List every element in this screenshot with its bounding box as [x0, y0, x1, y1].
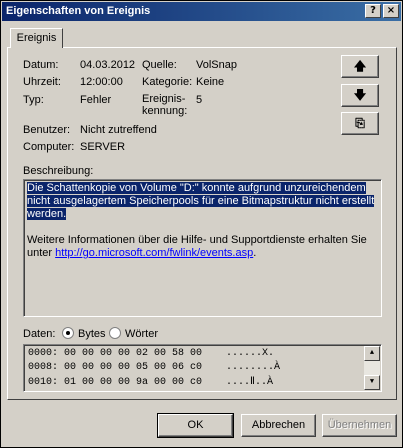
data-scrollbar[interactable]: ▲ ▼ [364, 346, 380, 390]
hex-row: 0000: 00 00 00 00 02 00 58 00 ......X. [28, 348, 275, 359]
previous-event-button[interactable]: 🡅 [341, 55, 379, 78]
copy-button[interactable]: ⎘ [341, 112, 379, 135]
user-value: Nicht zutreffend [80, 124, 157, 136]
category-value: Keine [196, 76, 225, 88]
tab-ereignis[interactable]: Ereignis [10, 28, 63, 48]
radio-words[interactable] [109, 327, 121, 339]
arrow-up-icon: 🡅 [353, 59, 367, 73]
events-link[interactable]: http://go.microsoft.com/fwlink/events.as… [55, 247, 253, 259]
scroll-up-button[interactable]: ▲ [364, 346, 380, 361]
window-title: Eigenschaften von Ereignis [6, 5, 151, 17]
computer-value: SERVER [80, 141, 126, 153]
source-label: Quelle: [142, 59, 177, 71]
apply-button[interactable]: Übernehmen [322, 414, 397, 437]
description-label: Beschreibung: [23, 165, 94, 177]
description-selected-line-2: nicht ausgelagertem Speicherpools für ei… [27, 195, 375, 207]
description-textbox[interactable]: Die Schattenkopie von Volume "D:" konnte… [23, 179, 382, 317]
hex-row: 0010: 01 00 00 00 9a 00 00 c0 ....Ⅱ..À [28, 377, 273, 388]
title-bar[interactable]: Eigenschaften von Ereignis ? × [2, 2, 401, 21]
time-label: Uhrzeit: [23, 76, 61, 88]
data-hex-view[interactable]: 0000: 00 00 00 00 02 00 58 00 ......X. 0… [23, 344, 382, 392]
date-label: Datum: [23, 59, 59, 71]
hex-row: 0008: 00 00 00 00 05 00 06 c0 ........À [28, 362, 281, 373]
user-label: Benutzer: [23, 124, 71, 136]
computer-label: Computer: [23, 141, 75, 153]
help-button[interactable]: ? [365, 4, 381, 18]
type-value: Fehler [80, 94, 112, 106]
source-value: VolSnap [196, 59, 237, 71]
arrow-down-icon: 🡇 [353, 88, 367, 102]
radio-words-label[interactable]: Wörter [125, 328, 158, 340]
eventid-label-line1: Ereignis- [142, 93, 186, 105]
radio-bytes[interactable] [62, 327, 74, 339]
next-event-button[interactable]: 🡇 [341, 84, 379, 107]
description-selected-line-3: werden. [27, 208, 67, 220]
scroll-down-button[interactable]: ▼ [364, 375, 380, 390]
type-label: Typ: [23, 94, 44, 106]
close-button[interactable]: × [383, 4, 399, 18]
description-info-prefix: unter [27, 247, 56, 259]
description-info-suffix: . [253, 247, 257, 259]
data-label: Daten: [23, 328, 56, 340]
description-info-line-1: Weitere Informationen über die Hilfe- un… [27, 234, 367, 246]
category-label: Kategorie: [142, 76, 193, 88]
eventid-label-line2: kennung: [142, 105, 188, 117]
event-properties-dialog: Eigenschaften von Ereignis ? × Ereignis … [0, 0, 403, 448]
date-value: 04.03.2012 [80, 59, 136, 71]
radio-bytes-label[interactable]: Bytes [78, 328, 106, 340]
eventid-value: 5 [196, 94, 203, 106]
time-value: 12:00:00 [80, 76, 123, 88]
description-selected-line-1: Die Schattenkopie von Volume "D:" konnte… [27, 182, 366, 194]
ok-button[interactable]: OK [157, 413, 234, 438]
cancel-button[interactable]: Abbrechen [241, 414, 316, 437]
copy-icon: ⎘ [355, 116, 365, 130]
